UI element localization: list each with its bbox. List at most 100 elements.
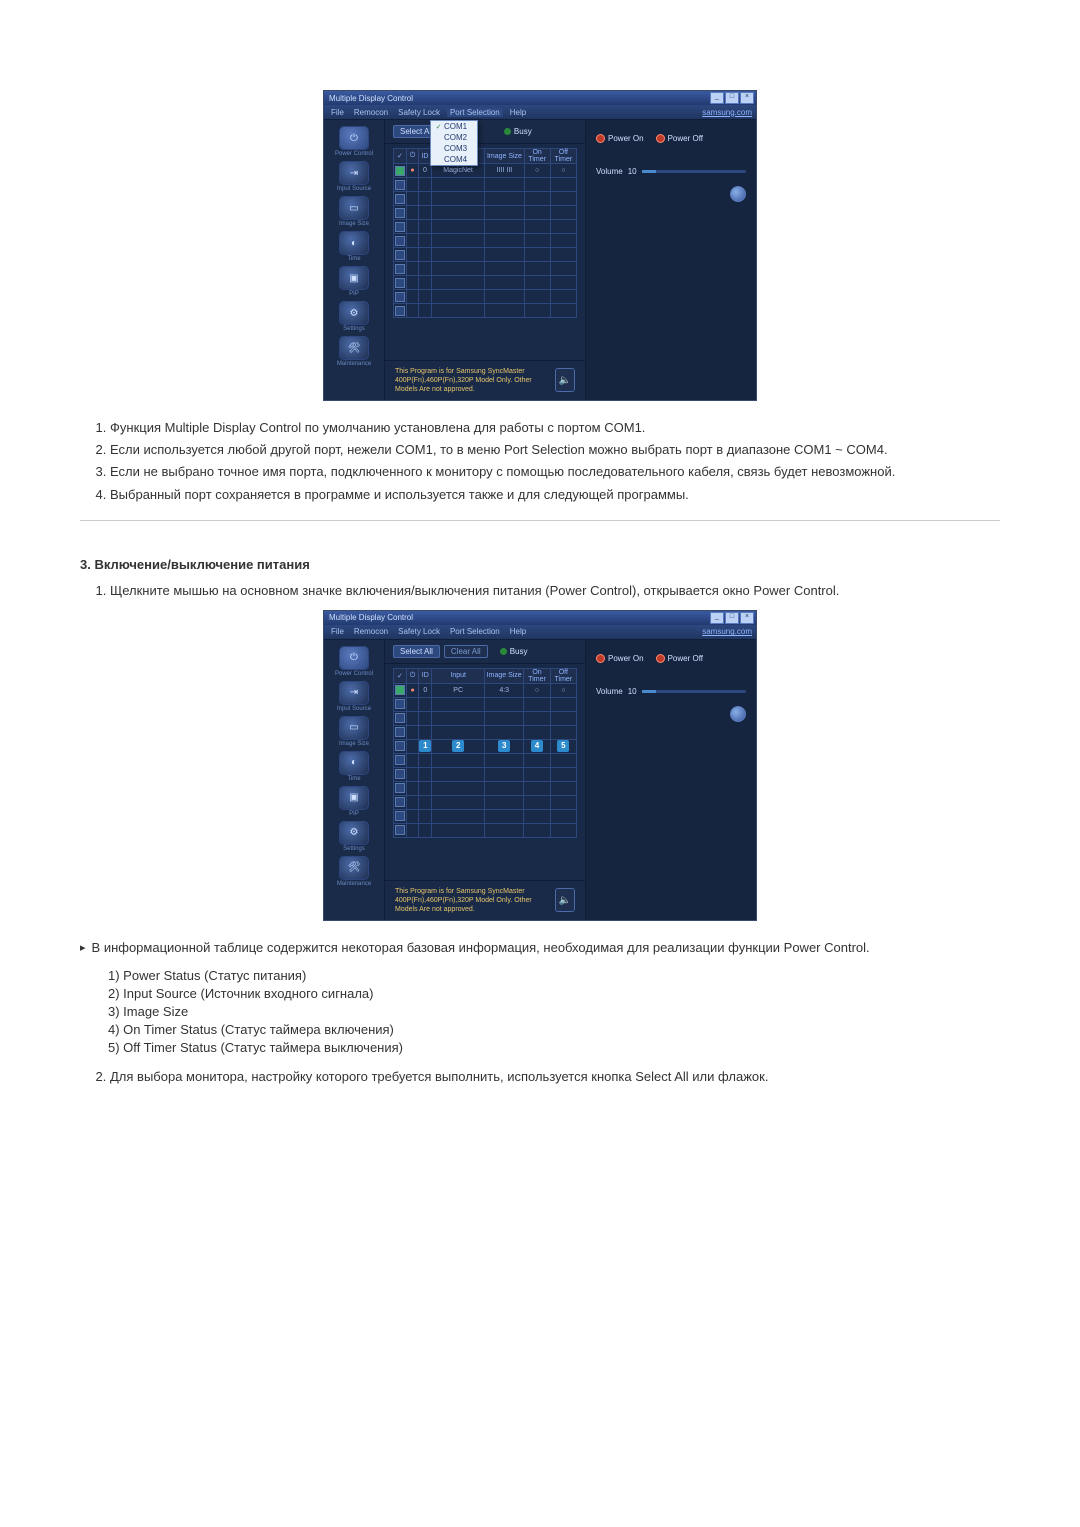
table-row[interactable] [394,753,577,767]
sidebar-item-image-size[interactable]: ▭Image Size [330,716,378,747]
table-row[interactable] [394,809,577,823]
samsung-link[interactable]: samsung.com [702,627,752,636]
dd-com1[interactable]: ✓COM1 [431,121,477,132]
menu-port-selection[interactable]: Port Selection [447,108,503,117]
sidebar-item-maintenance[interactable]: 🛠Maintenance [330,336,378,367]
menu-remocon[interactable]: Remocon [351,108,391,117]
sidebar-item-pip[interactable]: ▣PIP [330,266,378,297]
menu-help[interactable]: Help [507,108,529,117]
power-off-button[interactable]: Power Off [656,654,703,663]
row-checkbox[interactable] [395,713,405,723]
power-on-button[interactable]: Power On [596,654,644,663]
table-row[interactable] [394,781,577,795]
sidebar-item-image-size[interactable]: ▭Image Size [330,196,378,227]
row-checkbox[interactable] [395,755,405,765]
sidebar-item-settings[interactable]: ⚙Settings [330,821,378,852]
maximize-button[interactable]: □ [725,92,739,104]
sidebar-item-power[interactable]: ⏻Power Control [330,126,378,157]
table-row[interactable]: 12345 [394,739,577,753]
close-button[interactable]: × [740,92,754,104]
menu-safety-lock[interactable]: Safety Lock [395,108,443,117]
row-checkbox[interactable] [395,278,405,288]
row-checkbox[interactable] [395,825,405,835]
samsung-link[interactable]: samsung.com [702,108,752,117]
row-checkbox[interactable] [395,194,405,204]
row-checkbox[interactable] [395,222,405,232]
busy-indicator: Busy [504,127,532,136]
volume-slider[interactable] [642,690,746,693]
badge-3: 3 [498,740,510,752]
table-row[interactable]: ● 0 MagicNet IIII III ○ ○ [394,164,577,178]
dd-com4[interactable]: COM4 [431,154,477,165]
table-row[interactable] [394,234,577,248]
minimize-button[interactable]: _ [710,612,724,624]
menu-remocon[interactable]: Remocon [351,627,391,636]
row-checkbox[interactable] [395,699,405,709]
speaker-icon[interactable]: 🔈 [555,888,575,912]
menu-file[interactable]: File [328,627,347,636]
volume-knob[interactable] [730,706,746,722]
minimize-button[interactable]: _ [710,92,724,104]
menu-help[interactable]: Help [507,627,529,636]
app-footer: This Program is for Samsung SyncMaster 4… [385,360,585,400]
table-row[interactable] [394,192,577,206]
table-row[interactable] [394,725,577,739]
sidebar-item-power[interactable]: ⏻Power Control [330,646,378,677]
row-checkbox[interactable] [395,306,405,316]
row-checkbox[interactable] [395,783,405,793]
menu-safety-lock[interactable]: Safety Lock [395,627,443,636]
row-checkbox[interactable] [395,797,405,807]
col-size: Image Size [485,668,524,683]
menu-port-selection[interactable]: Port Selection [447,627,503,636]
dd-com2[interactable]: COM2 [431,132,477,143]
clear-all-button[interactable]: Clear All [444,645,488,658]
row-checkbox[interactable] [395,685,405,695]
row-checkbox[interactable] [395,292,405,302]
sidebar-item-input[interactable]: ⇥Input Source [330,681,378,712]
table-row[interactable] [394,248,577,262]
close-button[interactable]: × [740,612,754,624]
row-checkbox[interactable] [395,769,405,779]
dd-com3[interactable]: COM3 [431,143,477,154]
main-area: Select All Busy ✓COM1 COM2 COM3 COM4 ✓ ⏻ [385,120,585,400]
row-checkbox[interactable] [395,741,405,751]
table-row[interactable] [394,178,577,192]
volume-slider[interactable] [642,170,746,173]
row-checkbox[interactable] [395,250,405,260]
table-row[interactable] [394,220,577,234]
row-checkbox[interactable] [395,264,405,274]
volume-knob[interactable] [730,186,746,202]
row-checkbox[interactable] [395,180,405,190]
speaker-icon[interactable]: 🔈 [555,368,575,392]
divider [80,520,1000,521]
sidebar-item-settings[interactable]: ⚙Settings [330,301,378,332]
table-row[interactable] [394,276,577,290]
table-row[interactable] [394,767,577,781]
table-row[interactable]: ● 0 PC 4:3 ○ ○ [394,683,577,697]
row-checkbox[interactable] [395,811,405,821]
table-row[interactable] [394,206,577,220]
menu-file[interactable]: File [328,108,347,117]
sidebar-item-input[interactable]: ⇥Input Source [330,161,378,192]
power-on-button[interactable]: Power On [596,134,644,143]
power-off-button[interactable]: Power Off [656,134,703,143]
sidebar-item-time[interactable]: ◐Time [330,231,378,262]
row-checkbox[interactable] [395,236,405,246]
maximize-button[interactable]: □ [725,612,739,624]
table-row[interactable] [394,262,577,276]
table-row[interactable] [394,697,577,711]
table-row[interactable] [394,290,577,304]
table-row[interactable] [394,823,577,837]
row-checkbox[interactable] [395,727,405,737]
badge-2: 2 [452,740,464,752]
table-row[interactable] [394,795,577,809]
table-row[interactable] [394,304,577,318]
row-checkbox[interactable] [395,208,405,218]
row-checkbox[interactable] [395,166,405,176]
table-row[interactable] [394,711,577,725]
clock-icon: ◐ [339,751,369,775]
sidebar-item-pip[interactable]: ▣PIP [330,786,378,817]
sidebar-item-maintenance[interactable]: 🛠Maintenance [330,856,378,887]
select-all-button[interactable]: Select All [393,645,440,658]
sidebar-item-time[interactable]: ◐Time [330,751,378,782]
